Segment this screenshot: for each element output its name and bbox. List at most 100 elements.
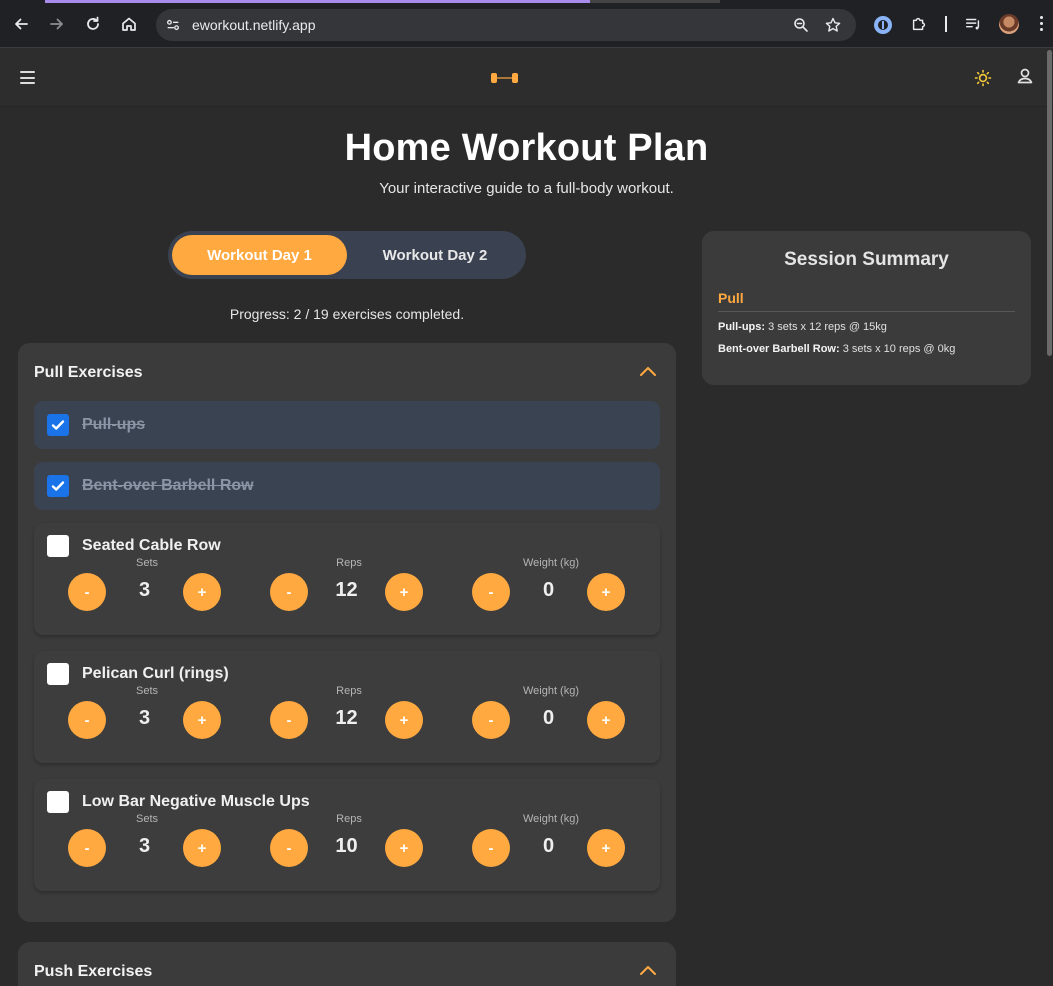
- push-exercises-section: Push Exercises: [18, 942, 676, 986]
- reps-value: 12: [335, 579, 358, 601]
- exercise-checkbox[interactable]: [47, 414, 69, 436]
- weight-value: 0: [542, 835, 555, 857]
- site-settings-icon[interactable]: [164, 16, 182, 34]
- reps-decrement-button[interactable]: -: [270, 829, 308, 867]
- back-icon[interactable]: [9, 12, 33, 36]
- exercise-item-low-bar-negative-muscle-ups: Low Bar Negative Muscle Ups Sets - 3 + R…: [34, 779, 660, 891]
- exercise-checkbox[interactable]: [47, 663, 69, 685]
- weight-decrement-button[interactable]: -: [472, 573, 510, 611]
- app-header: [0, 48, 1053, 107]
- session-summary-panel: Session Summary Pull Pull-ups: 3 sets x …: [702, 231, 1031, 385]
- reps-decrement-button[interactable]: -: [270, 701, 308, 739]
- zoom-icon[interactable]: [792, 16, 810, 34]
- reps-stepper: Reps - 12 +: [270, 685, 428, 745]
- sets-decrement-button[interactable]: -: [68, 829, 106, 867]
- summary-item-name: Bent-over Barbell Row:: [718, 343, 840, 355]
- section-title[interactable]: Push Exercises: [34, 963, 152, 981]
- summary-title: Session Summary: [784, 249, 949, 270]
- reps-decrement-button[interactable]: -: [270, 573, 308, 611]
- url-text[interactable]: eworkout.netlify.app: [192, 17, 315, 33]
- weight-increment-button[interactable]: +: [587, 573, 625, 611]
- reload-icon[interactable]: [81, 12, 105, 36]
- weight-stepper: Weight (kg) - 0 +: [472, 685, 630, 745]
- password-manager-icon[interactable]: [874, 16, 892, 34]
- exercise-checkbox[interactable]: [47, 791, 69, 813]
- weight-stepper: Weight (kg) - 0 +: [472, 813, 630, 873]
- sets-increment-button[interactable]: +: [183, 573, 221, 611]
- theme-toggle-sun-icon[interactable]: [973, 68, 993, 88]
- weight-increment-button[interactable]: +: [587, 701, 625, 739]
- page-subtitle: Your interactive guide to a full-body wo…: [379, 180, 674, 197]
- exercise-checkbox[interactable]: [47, 535, 69, 557]
- summary-item-detail: 3 sets x 10 reps @ 0kg: [842, 343, 956, 355]
- exercise-checkbox[interactable]: [47, 475, 69, 497]
- sets-value: 3: [138, 835, 151, 857]
- summary-divider: [718, 311, 1015, 312]
- reps-value: 10: [335, 835, 358, 857]
- weight-value: 0: [542, 707, 555, 729]
- reps-stepper: Reps - 10 +: [270, 813, 428, 873]
- progress-text: Progress: 2 / 19 exercises completed.: [229, 306, 465, 322]
- check-icon: [51, 420, 65, 430]
- exercise-name: Low Bar Negative Muscle Ups: [82, 793, 310, 810]
- exercise-name: Bent-over Barbell Row: [82, 477, 254, 494]
- chevron-up-icon[interactable]: [638, 364, 658, 378]
- exercise-name: Pelican Curl (rings): [82, 665, 229, 682]
- exercise-item-pelican-curl: Pelican Curl (rings) Sets - 3 + Reps - 1…: [34, 651, 660, 763]
- sets-increment-button[interactable]: +: [183, 701, 221, 739]
- weight-label: Weight (kg): [522, 685, 580, 697]
- section-title[interactable]: Pull Exercises: [34, 364, 143, 382]
- sets-label: Sets: [135, 685, 158, 697]
- reps-increment-button[interactable]: +: [385, 829, 423, 867]
- exercise-name: Pull-ups: [82, 416, 146, 433]
- reps-label: Reps: [336, 685, 362, 697]
- browser-toolbar: eworkout.netlify.app: [0, 0, 1053, 48]
- workout-day-tabs: Workout Day 1 Workout Day 2: [168, 231, 526, 279]
- weight-decrement-button[interactable]: -: [472, 829, 510, 867]
- tab-workout-day-1[interactable]: Workout Day 1: [172, 235, 347, 275]
- weight-increment-button[interactable]: +: [587, 829, 625, 867]
- tab-workout-day-2[interactable]: Workout Day 2: [348, 235, 522, 275]
- address-bar[interactable]: eworkout.netlify.app: [156, 9, 856, 41]
- sets-decrement-button[interactable]: -: [68, 701, 106, 739]
- forward-icon[interactable]: [45, 12, 69, 36]
- sets-label: Sets: [135, 557, 158, 569]
- check-icon: [51, 481, 65, 491]
- browser-menu-icon[interactable]: [1040, 16, 1044, 32]
- sets-value: 3: [138, 579, 151, 601]
- exercise-item-pull-ups[interactable]: Pull-ups: [34, 401, 660, 449]
- sets-decrement-button[interactable]: -: [68, 573, 106, 611]
- exercise-name: Seated Cable Row: [82, 537, 221, 554]
- bookmark-star-icon[interactable]: [824, 16, 842, 34]
- dumbbell-logo-icon[interactable]: [491, 72, 519, 84]
- sets-increment-button[interactable]: +: [183, 829, 221, 867]
- user-account-icon[interactable]: [1015, 66, 1035, 86]
- weight-value: 0: [542, 579, 555, 601]
- summary-item: Pull-ups: 3 sets x 12 reps @ 15kg: [718, 321, 887, 333]
- reading-list-icon[interactable]: [963, 14, 983, 34]
- tab-strip-edge: [590, 0, 720, 3]
- weight-label: Weight (kg): [522, 557, 580, 569]
- extensions-puzzle-icon[interactable]: [909, 14, 929, 34]
- reps-stepper: Reps - 12 +: [270, 557, 428, 617]
- profile-avatar[interactable]: [999, 14, 1019, 34]
- home-icon[interactable]: [117, 12, 141, 36]
- exercise-item-bent-over-barbell-row[interactable]: Bent-over Barbell Row: [34, 462, 660, 510]
- weight-label: Weight (kg): [522, 813, 580, 825]
- sets-value: 3: [138, 707, 151, 729]
- reps-label: Reps: [336, 813, 362, 825]
- summary-item-detail: 3 sets x 12 reps @ 15kg: [768, 321, 887, 333]
- reps-increment-button[interactable]: +: [385, 701, 423, 739]
- weight-stepper: Weight (kg) - 0 +: [472, 557, 630, 617]
- hamburger-menu-icon[interactable]: [20, 71, 35, 84]
- reps-increment-button[interactable]: +: [385, 573, 423, 611]
- summary-item: Bent-over Barbell Row: 3 sets x 10 reps …: [718, 343, 955, 355]
- pull-exercises-section: Pull Exercises Pull-ups Bent-over Barbel…: [18, 343, 676, 922]
- summary-category: Pull: [718, 290, 744, 306]
- sets-stepper: Sets - 3 +: [68, 557, 226, 617]
- weight-decrement-button[interactable]: -: [472, 701, 510, 739]
- page-scrollbar[interactable]: [1047, 50, 1052, 356]
- chevron-up-icon[interactable]: [638, 963, 658, 977]
- summary-item-name: Pull-ups:: [718, 321, 766, 333]
- reps-value: 12: [335, 707, 358, 729]
